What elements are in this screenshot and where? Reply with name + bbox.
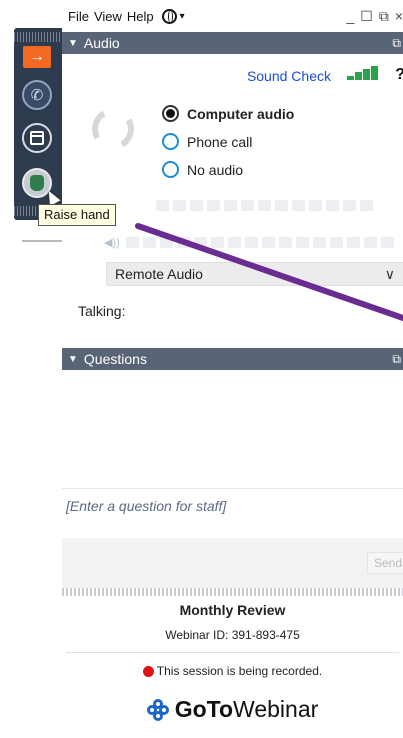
maximize-button[interactable]: ☐ [360,8,373,25]
send-button[interactable]: Send [366,552,403,574]
send-area: Send [62,538,403,588]
talking-label: Talking: [78,303,126,319]
chevron-down-icon[interactable]: ∨ [385,263,395,285]
grab-handle-top[interactable] [14,32,62,42]
audio-help-icon[interactable]: ? [395,66,403,84]
radio-label: Computer audio [187,105,295,122]
globe-icon[interactable] [161,8,177,24]
radio-no-audio[interactable]: No audio [162,161,243,178]
gotowebinar-logo-icon [146,698,169,721]
collapse-triangle-icon[interactable]: ▼ [68,354,78,365]
radio-button[interactable] [162,133,179,150]
close-button[interactable]: × [395,8,403,25]
window-controls: _ ☐ ⧉ × [346,8,403,25]
window-icon[interactable] [22,123,52,153]
arrow-right-icon[interactable]: → [23,46,51,68]
panel-resize-handle[interactable] [62,588,403,596]
recording-notice: This session is being recorded. [62,664,403,678]
raise-hand-tooltip: Raise hand [38,204,116,226]
divider [66,652,399,653]
sound-check-link[interactable]: Sound Check [247,68,331,84]
webinar-id: Webinar ID: 391-893-475 [165,628,300,642]
menu-file[interactable]: File [68,9,89,24]
audio-section-title: Audio [83,35,120,51]
radio-label: No audio [187,161,244,178]
radio-label: Phone call [187,133,253,150]
radio-computer-audio[interactable]: Computer audio [162,105,294,122]
audio-device-dropdown[interactable]: Remote Audio ∨ [106,262,403,286]
menu-help[interactable]: Help [127,9,154,24]
phone-icon[interactable]: ✆ [22,80,52,110]
radio-button[interactable] [162,161,179,178]
popout-button[interactable]: ⧉ [379,8,389,25]
grab-tab-shadow [22,240,62,258]
questions-section-header[interactable]: ▼ Questions ⧉ [62,348,403,370]
popout-icon[interactable]: ⧉ [392,36,401,51]
question-input[interactable]: [Enter a question for staff] [62,488,403,522]
microphone-level-meter [156,200,373,211]
radio-button[interactable] [162,105,179,122]
radio-phone-call[interactable]: Phone call [162,133,252,150]
popout-icon[interactable]: ⧉ [392,352,401,367]
menu-view[interactable]: View [94,9,122,24]
gotowebinar-logo: GoToWebinar [62,696,403,723]
speaker-icon: ◀)) [104,237,120,249]
dropdown-value: Remote Audio [115,266,203,282]
speaker-level-meter [126,237,394,248]
webinar-title: Monthly Review [179,602,286,618]
signal-strength-icon [347,66,379,80]
recording-dot-icon [142,665,154,677]
minimize-button[interactable]: _ [346,8,354,25]
webinar-footer: Monthly Review Webinar ID: 391-893-475 T… [62,596,403,738]
logo-wordmark: GoToWebinar [174,696,319,722]
chevron-down-icon[interactable]: ▾ [180,11,185,22]
audio-section-header[interactable]: ▼ Audio ⧉ [62,32,403,54]
control-panel: File View Help ▾ _ ☐ ⧉ × ▼ Audio ⧉ Sound… [62,0,403,738]
recording-text: This session is being recorded. [156,664,323,678]
collapse-triangle-icon[interactable]: ▼ [68,38,78,49]
audio-loading-spinner-icon [87,103,139,155]
questions-section-title: Questions [83,351,147,367]
